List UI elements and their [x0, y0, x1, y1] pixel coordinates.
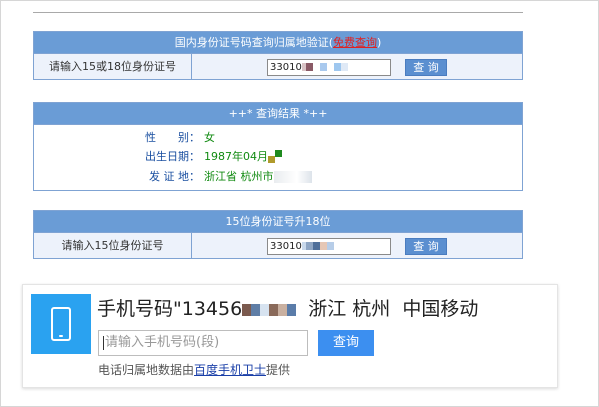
result-panel: ++* 查询结果 *++ 性 别： 女 出生日期： 1987年04月 发 证 地… [33, 102, 523, 191]
id15-input[interactable]: 33010 [267, 238, 391, 255]
id-query-search-button[interactable]: 查 询 [405, 59, 447, 76]
phone-title: 手机号码"13456 浙江 杭州 中国移动 [97, 296, 478, 323]
phone-province: 浙江 [308, 298, 347, 320]
gender-value: 女 [204, 131, 215, 144]
origin-value-group: 浙江省 杭州市 [204, 169, 312, 185]
gender-key: 性 别： [145, 131, 200, 144]
phone-search-button[interactable]: 查询 [318, 330, 374, 356]
birth-row: 出生日期： 1987年04月 [34, 149, 522, 165]
mobile-phone-icon [31, 294, 91, 354]
source-prefix: 电话归属地数据由 [98, 363, 195, 377]
phone-number-mask [242, 297, 297, 323]
phone-title-prefix: 手机号码"13456 [97, 298, 243, 320]
upgrade-header: 15位身份证号升18位 [34, 211, 522, 232]
phone-number-input[interactable]: 请输入手机号码(段) [98, 330, 308, 356]
phone-lookup-card: 手机号码"13456 浙江 杭州 中国移动 请输入手机号码(段) 查询 电话归属… [22, 284, 558, 388]
free-query-link[interactable]: 免费查询 [333, 36, 377, 49]
id-query-label: 请输入15或18位身份证号 [34, 54, 192, 79]
id-number-input[interactable]: 33010 [267, 59, 391, 76]
upgrade-search-button[interactable]: 查 询 [405, 238, 447, 255]
page-frame: 国内身份证号码查询归属地验证(免费查询) 请输入15或18位身份证号 33010… [0, 0, 599, 407]
id-number-mask [301, 62, 348, 73]
id15-value: 33010 [270, 241, 302, 252]
upgrade-row: 请输入15位身份证号 33010 查 询 [34, 232, 522, 258]
origin-key: 发 证 地： [149, 170, 200, 183]
origin-mask [273, 171, 312, 183]
result-body: 性 别： 女 出生日期： 1987年04月 发 证 地： 浙江省 杭州市 [34, 124, 522, 190]
birth-key: 出生日期： [145, 150, 200, 163]
phone-input-placeholder: 请输入手机号码(段) [105, 335, 220, 350]
source-link[interactable]: 百度手机卫士 [194, 363, 266, 377]
phone-carrier: 中国移动 [402, 298, 479, 320]
upgrade-label: 请输入15位身份证号 [34, 233, 192, 258]
birth-value-group: 1987年04月 [204, 149, 282, 165]
top-divider [33, 12, 523, 13]
id15-mask [301, 241, 334, 252]
source-suffix: 提供 [266, 363, 291, 377]
id-query-header: 国内身份证号码查询归属地验证(免费查询) [34, 32, 522, 53]
gender-row: 性 别： 女 [34, 130, 522, 146]
result-header: ++* 查询结果 *++ [34, 103, 522, 124]
id-query-row: 请输入15或18位身份证号 33010 查 询 [34, 53, 522, 79]
birth-value: 1987年04月 [204, 150, 268, 163]
birth-mask [268, 150, 282, 164]
phone-data-source: 电话归属地数据由百度手机卫士提供 [98, 362, 290, 378]
id-number-value: 33010 [270, 62, 302, 73]
upgrade-panel: 15位身份证号升18位 请输入15位身份证号 33010 查 询 [33, 210, 523, 259]
id-query-panel: 国内身份证号码查询归属地验证(免费查询) 请输入15或18位身份证号 33010… [33, 31, 523, 80]
phone-city: 杭州 [352, 298, 391, 320]
origin-row: 发 证 地： 浙江省 杭州市 [34, 169, 522, 185]
id-query-title: 国内身份证号码查询归属地验证 [174, 36, 329, 49]
origin-value: 浙江省 杭州市 [204, 170, 274, 183]
